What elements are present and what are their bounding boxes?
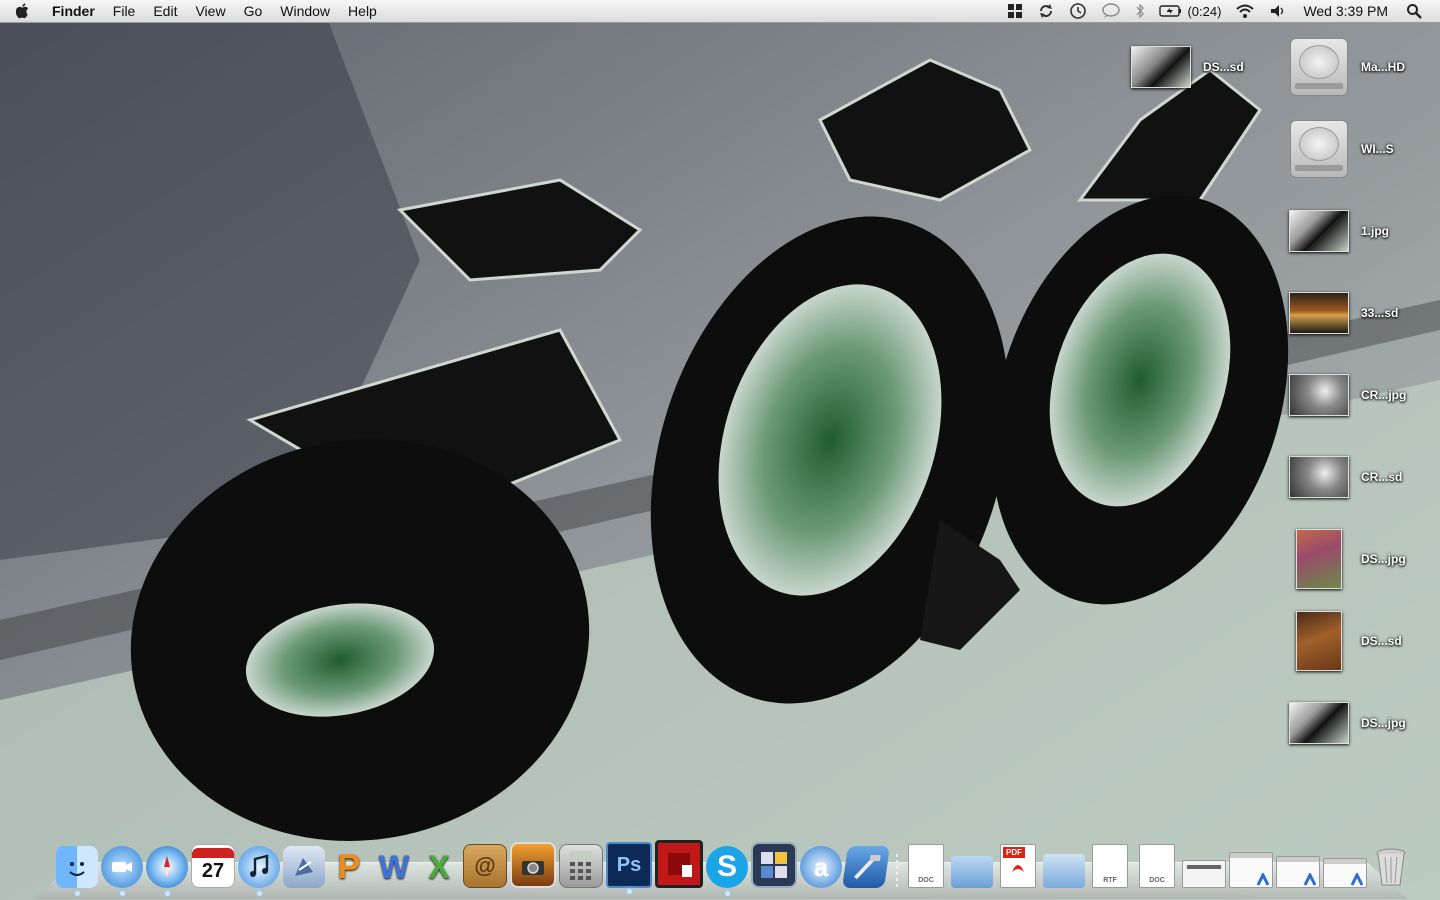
skype-icon[interactable]: S <box>706 846 748 896</box>
desktop-icon-windows-drive[interactable]: WI...S <box>1289 116 1429 182</box>
desktop-icon-33-psd[interactable]: 33...sd <box>1289 280 1429 346</box>
doc-file-icon[interactable]: DOC <box>908 844 944 888</box>
ical-date: 27 <box>201 860 225 882</box>
trash-icon[interactable] <box>1370 846 1412 888</box>
volume-icon[interactable] <box>1269 3 1287 19</box>
dashboard-icon[interactable] <box>751 842 797 888</box>
doc-file-tag: DOC <box>1149 877 1165 884</box>
itunes-icon[interactable] <box>238 846 280 896</box>
desktop-icon-label: 1.jpg <box>1361 224 1390 238</box>
menu-window[interactable]: Window <box>280 3 330 19</box>
doc-file-icon[interactable]: DOC <box>1139 844 1175 888</box>
menu-view[interactable]: View <box>195 3 225 19</box>
desktop-icon-label: DS...jpg <box>1361 716 1406 730</box>
ichat-status-icon[interactable] <box>1101 3 1121 19</box>
excel-icon[interactable]: X <box>418 846 460 888</box>
address-book-icon[interactable]: @ <box>463 844 507 888</box>
dock-separator <box>890 846 904 888</box>
mail-icon[interactable] <box>283 846 325 888</box>
desktop-icon-ds-psd[interactable]: DS...sd <box>1131 34 1271 100</box>
rtf-file-tag: RTF <box>1103 877 1117 884</box>
dock: 27 P W X @ Ps S a DOC PDF RTF DOC <box>56 838 1415 896</box>
desktop-icon-cr-jpg[interactable]: CR...jpg <box>1289 362 1429 428</box>
menu-file[interactable]: File <box>113 3 136 19</box>
spaces-icon[interactable] <box>1007 3 1023 19</box>
spotlight-icon[interactable] <box>1406 3 1422 19</box>
desktop-icon-label: WI...S <box>1361 142 1394 156</box>
desktop-icon-label: Ma...HD <box>1361 60 1406 74</box>
folder-stack-icon[interactable] <box>1043 854 1085 888</box>
photoshop-label: Ps <box>616 853 642 876</box>
menu-app-finder[interactable]: Finder <box>52 3 95 19</box>
psd-file-icon <box>1289 289 1349 337</box>
jpg-file-icon <box>1289 371 1349 419</box>
window-stack-icon[interactable] <box>1276 856 1320 888</box>
psd-file-icon <box>1131 43 1191 91</box>
powerpoint-icon[interactable]: P <box>328 846 370 888</box>
time-machine-icon[interactable] <box>1069 2 1087 20</box>
pdf-file-icon[interactable]: PDF <box>1000 844 1036 888</box>
hard-drive-icon <box>1289 38 1349 96</box>
desktop-icon-label: DS...jpg <box>1361 552 1406 566</box>
doc-file-tag: DOC <box>918 877 934 884</box>
word-icon[interactable]: W <box>373 846 415 888</box>
menu-edit[interactable]: Edit <box>153 3 177 19</box>
psd-file-icon <box>1289 453 1349 501</box>
desktop-wallpaper <box>0 0 1440 900</box>
desktop-icon-ds-psd-2[interactable]: DS...sd <box>1289 608 1429 674</box>
desktop-icon-label: CR...jpg <box>1361 388 1407 402</box>
window-stack-icon[interactable] <box>1323 858 1367 888</box>
status-area: (0:24) Wed 3:39 PM <box>993 0 1440 22</box>
jpg-file-icon <box>1289 207 1349 255</box>
photoshop-icon[interactable]: Ps <box>606 842 652 894</box>
jpg-file-icon <box>1289 699 1349 747</box>
menu-go[interactable]: Go <box>244 3 263 19</box>
screenshot-stack-icon[interactable] <box>1182 860 1226 888</box>
battery-icon[interactable] <box>1159 4 1183 18</box>
bluetooth-icon[interactable] <box>1135 3 1145 19</box>
desktop-icon-label: DS...sd <box>1361 634 1402 648</box>
desktop-icon-label: 33...sd <box>1361 306 1399 320</box>
desktop-icon-ds-jpg[interactable]: DS...jpg <box>1289 526 1429 592</box>
window-stack-icon[interactable] <box>1229 852 1273 888</box>
desktop-icon-ds-jpg-2[interactable]: DS...jpg <box>1289 690 1429 756</box>
jpg-file-icon <box>1289 529 1349 589</box>
iphoto-icon[interactable] <box>510 842 556 888</box>
rtf-file-icon[interactable]: RTF <box>1092 844 1128 888</box>
menu-help[interactable]: Help <box>348 3 377 19</box>
finder-icon[interactable] <box>56 846 98 896</box>
app-store-icon[interactable]: a <box>800 846 842 888</box>
psd-file-icon <box>1289 611 1349 671</box>
desktop-icon-label: DS...sd <box>1203 60 1244 74</box>
hard-drive-icon <box>1289 120 1349 178</box>
folder-icon[interactable] <box>951 856 993 888</box>
desktop-icon-macintosh-hd[interactable]: Ma...HD <box>1289 34 1429 100</box>
menu-bar: Finder File Edit View Go Window Help (0:… <box>0 0 1440 23</box>
ical-icon[interactable]: 27 <box>191 844 235 888</box>
time-machine-sync-icon[interactable] <box>1037 2 1055 20</box>
ichat-icon[interactable] <box>101 846 143 896</box>
desktop-icon-label: CR...sd <box>1361 470 1403 484</box>
pdf-file-tag: PDF <box>1003 847 1025 858</box>
apple-logo-icon[interactable] <box>16 0 38 22</box>
calculator-icon[interactable] <box>559 844 603 888</box>
safari-icon[interactable] <box>146 846 188 896</box>
battery-time-text: (0:24) <box>1187 3 1222 19</box>
desktop-icon-1-jpg[interactable]: 1.jpg <box>1289 198 1429 264</box>
menu-clock[interactable]: Wed 3:39 PM <box>1303 3 1388 19</box>
photo-booth-icon[interactable] <box>655 840 703 888</box>
xcode-icon[interactable] <box>842 846 890 888</box>
desktop-icon-cr-psd[interactable]: CR...sd <box>1289 444 1429 510</box>
wifi-icon[interactable] <box>1235 3 1255 19</box>
